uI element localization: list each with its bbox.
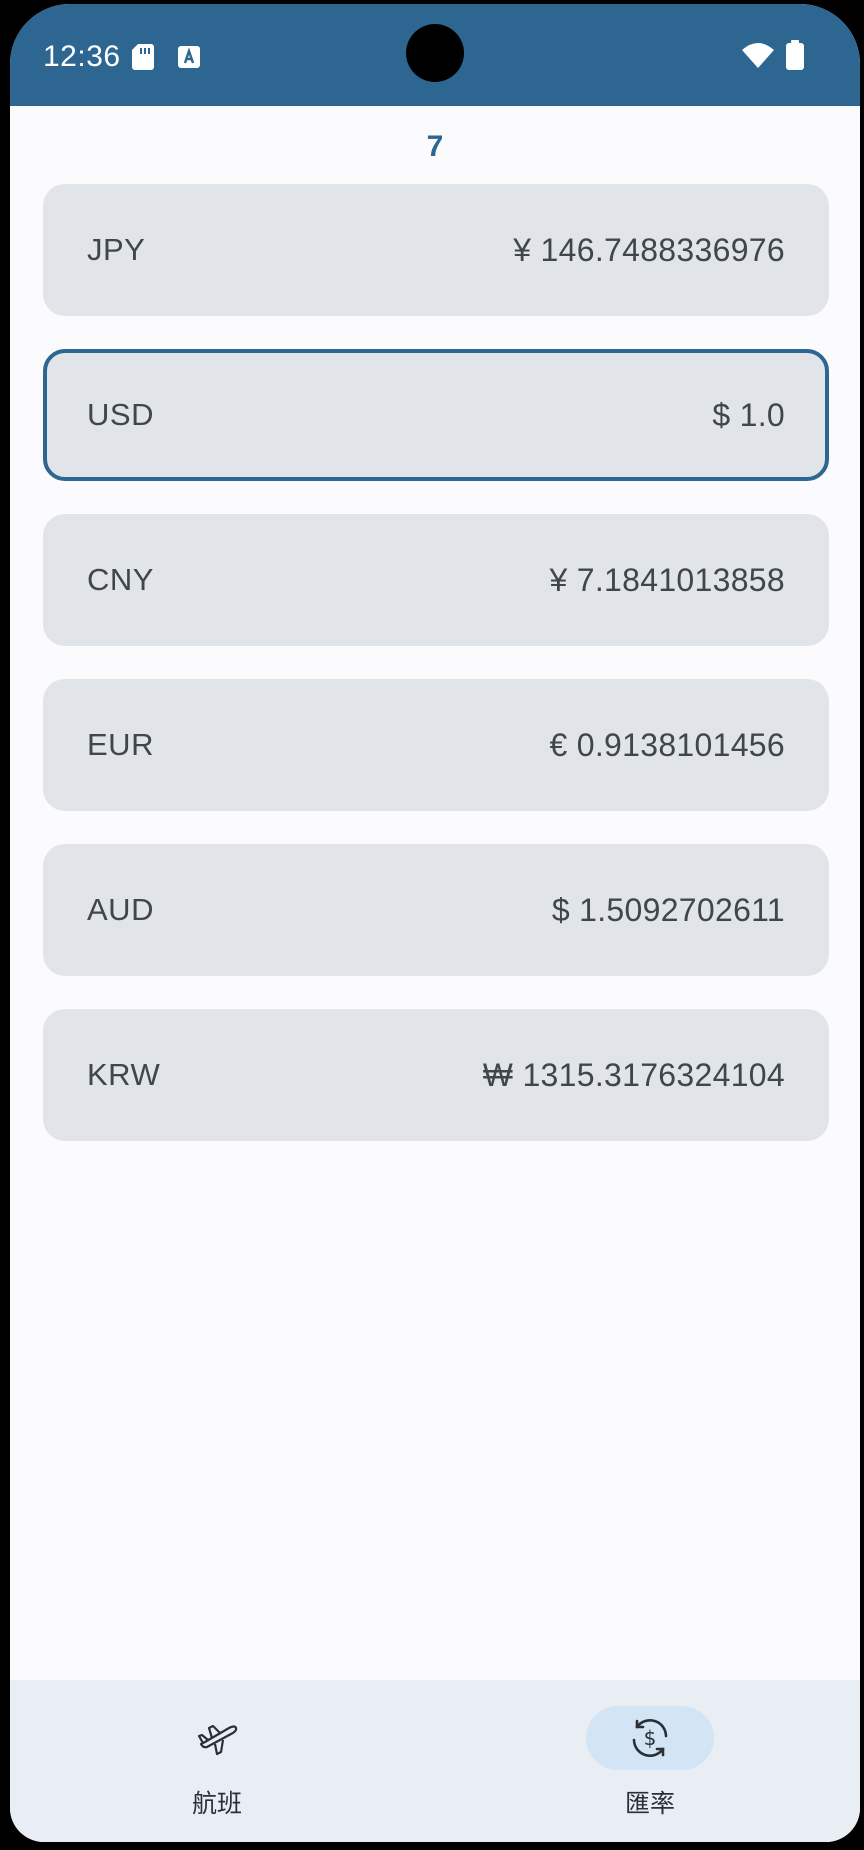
rate-card-usd[interactable]: USD $ 1.0 <box>43 349 829 481</box>
currency-value: $ 1.5092702611 <box>551 891 785 928</box>
currency-code: JPY <box>87 232 146 267</box>
currency-value: $ 1.0 <box>712 396 785 433</box>
camera-cutout <box>406 24 464 82</box>
battery-icon <box>786 40 804 70</box>
currency-code: EUR <box>87 727 154 762</box>
nav-label-flights: 航班 <box>191 1790 242 1818</box>
rate-card-cny[interactable]: CNY ¥ 7.1841013858 <box>43 514 829 646</box>
currency-code: KRW <box>87 1057 161 1092</box>
rate-card-eur[interactable]: EUR € 0.9138101456 <box>43 679 829 811</box>
status-bar: 12:36 <box>10 4 860 106</box>
rate-card-krw[interactable]: KRW ₩ 1315.3176324104 <box>43 1009 829 1141</box>
bottom-navigation: 航班 $ 匯率 <box>10 1680 860 1842</box>
currency-value: ₩ 1315.3176324104 <box>482 1056 785 1093</box>
currency-value: € 0.9138101456 <box>549 726 785 763</box>
currency-code: AUD <box>87 892 154 927</box>
currency-exchange-icon: $ <box>632 1719 668 1757</box>
sd-card-icon <box>132 44 154 70</box>
app-screen: 12:36 7 JPY ¥ 146.7488336976 USD $ 1.0 C… <box>10 4 860 1842</box>
currency-value: ¥ 146.7488336976 <box>513 231 785 268</box>
nav-item-exchange-rates[interactable]: $ 匯率 <box>550 1680 750 1842</box>
currency-value: ¥ 7.1841013858 <box>549 561 785 598</box>
rate-list: JPY ¥ 146.7488336976 USD $ 1.0 CNY ¥ 7.1… <box>43 184 829 1174</box>
svg-text:$: $ <box>644 1726 657 1750</box>
page-counter: 7 <box>426 130 444 163</box>
currency-code: USD <box>87 397 154 432</box>
wifi-icon <box>742 43 774 68</box>
airplane-icon <box>197 1724 238 1756</box>
rate-card-aud[interactable]: AUD $ 1.5092702611 <box>43 844 829 976</box>
nav-item-flights[interactable]: 航班 <box>117 1680 317 1842</box>
rate-card-jpy[interactable]: JPY ¥ 146.7488336976 <box>43 184 829 316</box>
currency-code: CNY <box>87 562 154 597</box>
status-time: 12:36 <box>43 40 121 73</box>
a-notification-icon <box>178 46 200 68</box>
nav-label-exchange-rates: 匯率 <box>624 1790 675 1818</box>
